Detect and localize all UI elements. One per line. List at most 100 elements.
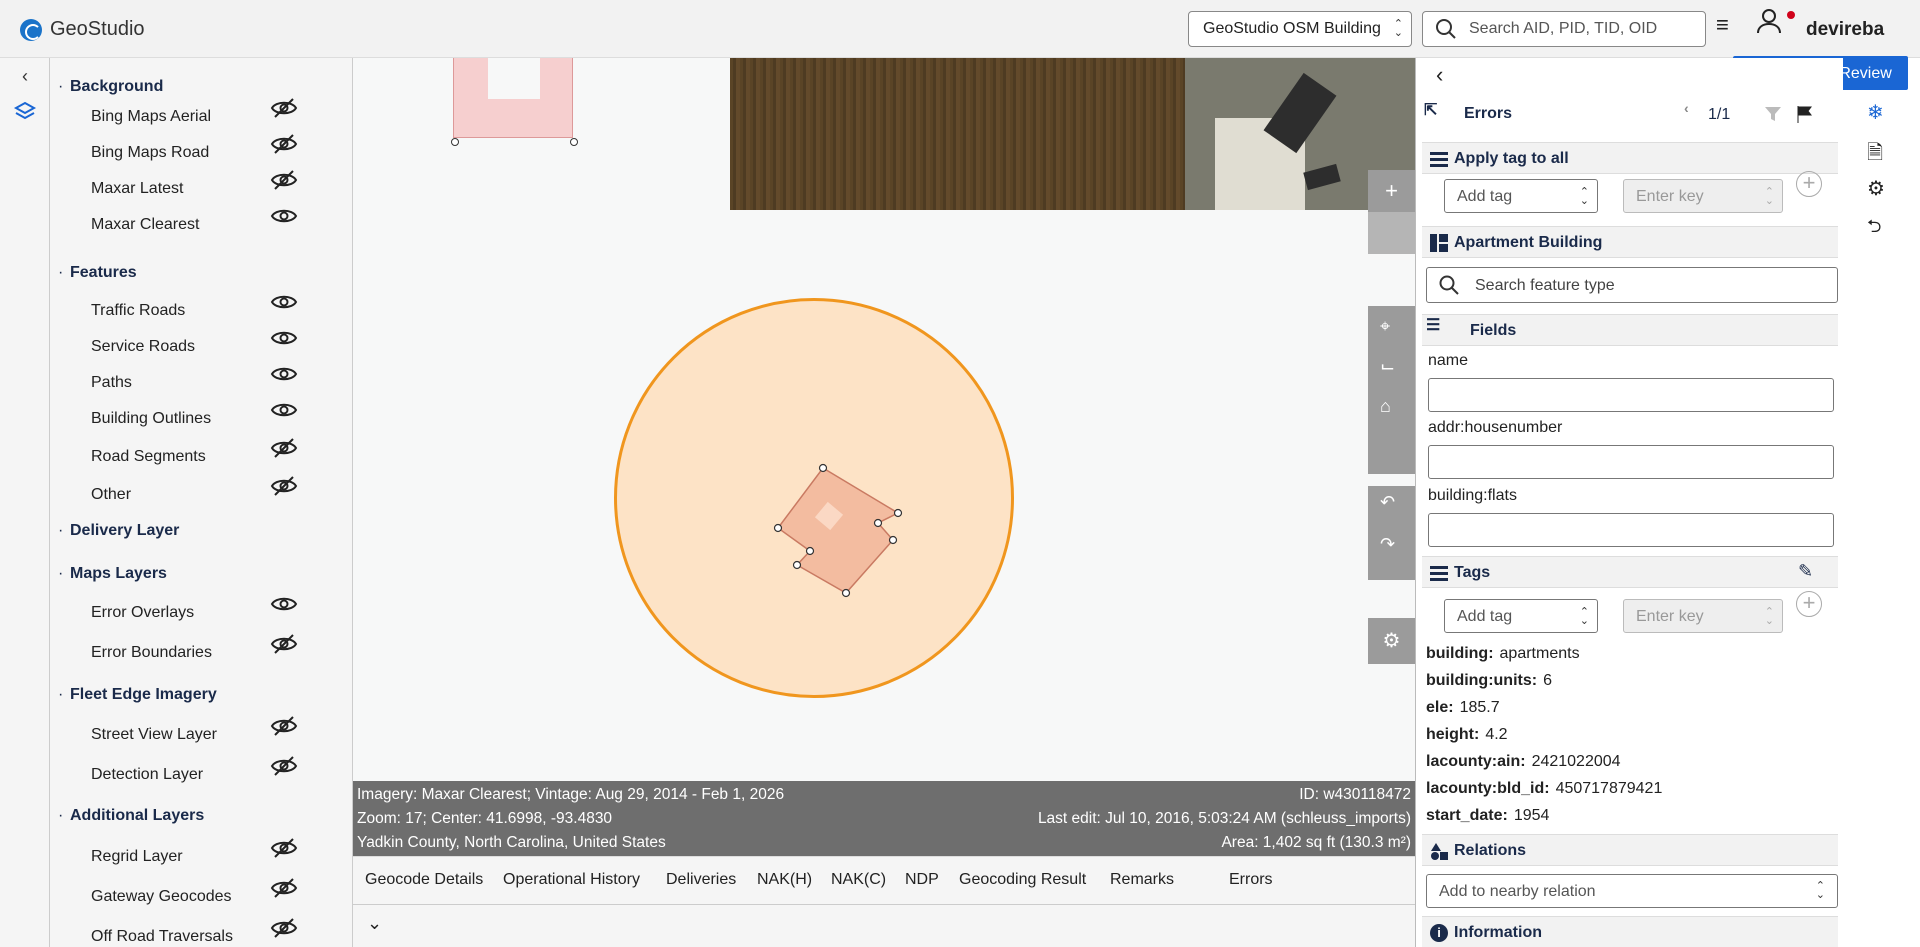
tag-row[interactable]: start_date: 1954 xyxy=(1426,807,1549,825)
document-icon[interactable]: 🗎 xyxy=(1867,138,1891,164)
history-icon[interactable]: ⮌ xyxy=(1867,214,1891,238)
hamburger-menu-icon[interactable]: ≡ xyxy=(1716,12,1729,38)
search-input[interactable]: Search AID, PID, TID, OID xyxy=(1422,11,1706,47)
layer-item-label[interactable]: Maxar Latest xyxy=(91,180,183,198)
eye-off-icon[interactable] xyxy=(270,98,298,118)
add-area-icon[interactable]: ⌂ xyxy=(1380,396,1391,417)
feature-type-search[interactable]: Search feature type xyxy=(1426,267,1838,303)
layer-item-label[interactable]: Building Outlines xyxy=(91,410,211,428)
snowflake-icon[interactable]: ❄ xyxy=(1867,100,1891,124)
undo-icon[interactable]: ↶ xyxy=(1380,492,1395,513)
tab-remarks[interactable]: Remarks xyxy=(1110,871,1174,889)
tab-geocoding-result[interactable]: Geocoding Result xyxy=(959,871,1086,889)
add-point-icon[interactable]: ⌖ xyxy=(1380,316,1390,337)
tag-row[interactable]: ele: 185.7 xyxy=(1426,699,1500,717)
layer-item-label[interactable]: Error Overlays xyxy=(91,604,194,622)
add-circle-icon[interactable]: + xyxy=(1796,171,1822,197)
map-canvas[interactable]: + ⌖ ⌙ ⌂ ↶ ↷ ⚙ xyxy=(353,58,1415,781)
flag-icon[interactable] xyxy=(1796,105,1814,123)
exit-review-icon[interactable]: ⇱ xyxy=(1424,100,1442,119)
tag-row[interactable]: building: apartments xyxy=(1426,645,1580,663)
collapse-chevron-icon[interactable]: ‹ xyxy=(13,66,37,90)
fields-header[interactable]: ☰ Fields xyxy=(1422,314,1838,346)
eye-icon[interactable] xyxy=(270,206,298,226)
apply-tag-add-input[interactable]: Add tag ⌃ ⌄ xyxy=(1444,179,1598,213)
eye-off-icon[interactable] xyxy=(270,438,298,458)
layer-item-label[interactable]: Paths xyxy=(91,374,132,392)
apply-tag-key-input[interactable]: Enter key ⌃ ⌄ xyxy=(1623,179,1783,213)
information-header[interactable]: i Information xyxy=(1422,916,1838,947)
layer-item-label[interactable]: Error Boundaries xyxy=(91,644,212,662)
layer-section-background[interactable]: Background xyxy=(58,78,163,96)
tag-row[interactable]: lacounty:bld_id: 450717879421 xyxy=(1426,780,1662,798)
add-line-icon[interactable]: ⌙ xyxy=(1380,356,1395,377)
layer-item-label[interactable]: Bing Maps Road xyxy=(91,144,209,162)
flats-field[interactable] xyxy=(1428,513,1834,547)
layer-section-fleet-edge-imagery[interactable]: Fleet Edge Imagery xyxy=(58,686,217,704)
eye-off-icon[interactable] xyxy=(270,716,298,736)
layer-section-additional-layers[interactable]: Additional Layers xyxy=(58,807,204,825)
building-polygon-top[interactable] xyxy=(453,58,573,138)
layer-item-label[interactable]: Maxar Clearest xyxy=(91,216,199,234)
eye-icon[interactable] xyxy=(270,364,298,384)
layer-item-label[interactable]: Road Segments xyxy=(91,448,206,466)
puzzle-icon[interactable]: ⚙ xyxy=(1867,176,1891,200)
eye-icon[interactable] xyxy=(270,400,298,420)
tab-deliveries[interactable]: Deliveries xyxy=(666,871,736,889)
name-field[interactable] xyxy=(1428,378,1834,412)
eye-off-icon[interactable] xyxy=(270,476,298,496)
layer-item-label[interactable]: Service Roads xyxy=(91,338,195,356)
app-logo[interactable]: GeoStudio xyxy=(20,18,145,41)
tag-row[interactable]: building:units: 6 xyxy=(1426,672,1552,690)
edit-pencil-icon[interactable]: ✎ xyxy=(1798,561,1813,582)
tab-nak-h-[interactable]: NAK(H) xyxy=(757,871,812,889)
username[interactable]: devireba xyxy=(1806,19,1884,41)
tag-row[interactable]: height: 4.2 xyxy=(1426,726,1508,744)
layer-item-label[interactable]: Traffic Roads xyxy=(91,302,185,320)
eye-icon[interactable] xyxy=(270,594,298,614)
tab-geocode-details[interactable]: Geocode Details xyxy=(365,871,483,889)
apply-tag-header[interactable]: Apply tag to all xyxy=(1422,142,1838,174)
back-chevron-icon[interactable]: ‹ xyxy=(1436,62,1443,88)
add-circle-icon[interactable]: + xyxy=(1796,591,1822,617)
tab-nak-c-[interactable]: NAK(C) xyxy=(831,871,886,889)
layer-item-label[interactable]: Regrid Layer xyxy=(91,848,183,866)
tab-operational-history[interactable]: Operational History xyxy=(503,871,640,889)
eye-off-icon[interactable] xyxy=(270,918,298,938)
zoom-in-button[interactable]: + xyxy=(1368,170,1415,212)
tab-errors[interactable]: Errors xyxy=(1229,871,1273,889)
layer-section-maps-layers[interactable]: Maps Layers xyxy=(58,565,167,583)
selected-building-polygon[interactable] xyxy=(753,438,913,618)
layer-item-label[interactable]: Other xyxy=(91,486,131,504)
layer-item-label[interactable]: Off Road Traversals xyxy=(91,928,233,946)
eye-off-icon[interactable] xyxy=(270,134,298,154)
layer-item-label[interactable]: Street View Layer xyxy=(91,726,217,744)
relations-header[interactable]: Relations xyxy=(1422,834,1838,866)
filter-icon[interactable] xyxy=(1764,105,1782,123)
chevron-down-icon[interactable]: ⌄ xyxy=(367,913,382,934)
housenumber-field[interactable] xyxy=(1428,445,1834,479)
eye-icon[interactable] xyxy=(270,292,298,312)
layer-item-label[interactable]: Gateway Geocodes xyxy=(91,888,232,906)
tags-header[interactable]: Tags ✎ xyxy=(1422,556,1838,588)
layers-icon[interactable] xyxy=(13,100,37,124)
tags-key-input[interactable]: Enter key ⌃ ⌄ xyxy=(1623,599,1783,633)
zoom-out-button[interactable] xyxy=(1368,212,1415,254)
user-icon[interactable] xyxy=(1756,8,1782,34)
settings-gear-icon[interactable]: ⚙ xyxy=(1368,618,1415,664)
layer-section-delivery-layer[interactable]: Delivery Layer xyxy=(58,522,179,540)
prev-error-icon[interactable]: ‹ xyxy=(1684,100,1689,116)
eye-off-icon[interactable] xyxy=(270,634,298,654)
eye-off-icon[interactable] xyxy=(270,170,298,190)
tag-row[interactable]: lacounty:ain: 2421022004 xyxy=(1426,753,1621,771)
bottom-panel-toggle[interactable]: ⌄ xyxy=(353,904,1415,947)
project-select[interactable]: GeoStudio OSM Building ⌃ ⌄ xyxy=(1188,11,1412,47)
eye-off-icon[interactable] xyxy=(270,878,298,898)
eye-icon[interactable] xyxy=(270,328,298,348)
add-relation-select[interactable]: Add to nearby relation ⌃ ⌄ xyxy=(1426,874,1838,908)
tab-ndp[interactable]: NDP xyxy=(905,871,939,889)
layer-section-features[interactable]: Features xyxy=(58,264,137,282)
preset-header[interactable]: Apartment Building xyxy=(1422,226,1838,258)
layer-item-label[interactable]: Detection Layer xyxy=(91,766,203,784)
eye-off-icon[interactable] xyxy=(270,838,298,858)
